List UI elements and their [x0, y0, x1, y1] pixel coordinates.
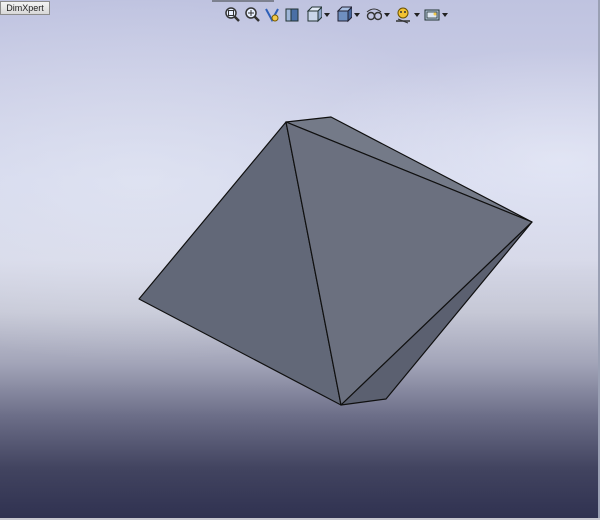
apply-scene-dropdown-icon[interactable]: [442, 12, 448, 18]
view-orientation-dropdown-icon[interactable]: [324, 12, 330, 18]
display-style-dropdown-icon[interactable]: [354, 12, 360, 18]
window-top-indicator: [212, 0, 274, 2]
dimxpert-tab[interactable]: DimXpert: [0, 1, 50, 15]
display-style-icon[interactable]: [336, 6, 352, 24]
hide-show-items-icon[interactable]: [366, 6, 382, 24]
previous-view-icon[interactable]: [264, 6, 280, 24]
octahedron-model[interactable]: [0, 0, 600, 520]
zoom-to-fit-icon[interactable]: [224, 6, 240, 24]
heads-up-view-toolbar: [222, 6, 448, 26]
hide-show-items-dropdown-icon[interactable]: [384, 12, 390, 18]
section-view-icon[interactable]: [284, 6, 300, 24]
edit-appearance-icon[interactable]: [394, 6, 412, 24]
zoom-to-area-icon[interactable]: [244, 6, 260, 24]
graphics-area[interactable]: DimXpert: [0, 0, 600, 520]
apply-scene-icon[interactable]: [424, 6, 440, 24]
view-orientation-icon[interactable]: [306, 6, 322, 24]
edit-appearance-dropdown-icon[interactable]: [414, 12, 420, 18]
